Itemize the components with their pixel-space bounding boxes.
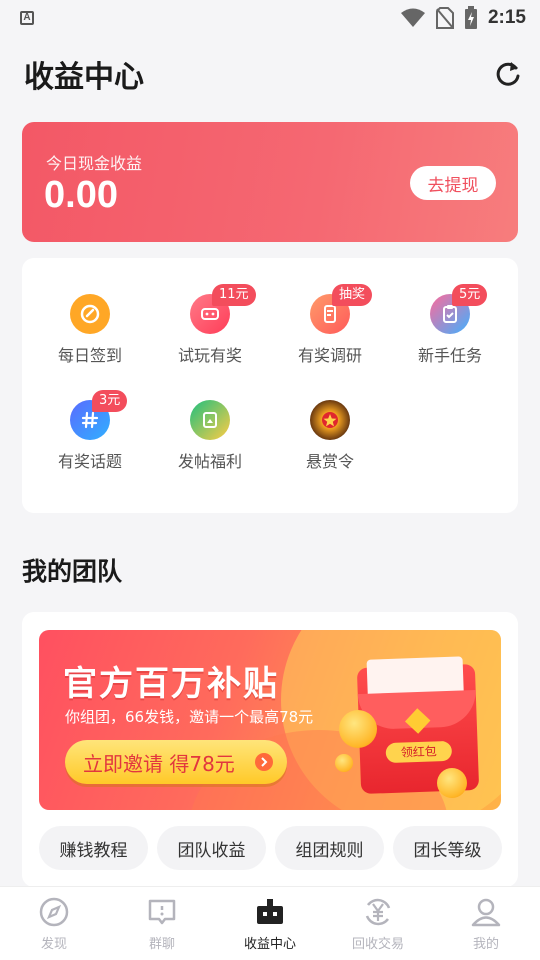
arrow-right-icon: [255, 753, 273, 771]
nav-label: 收益中心: [243, 937, 296, 952]
checkin-icon: [70, 294, 110, 334]
task-trial-game[interactable]: 11元 试玩有奖: [150, 284, 270, 384]
profile-icon: [469, 895, 503, 929]
recycle-yen-icon: [361, 895, 395, 929]
nav-label: 群聊: [148, 937, 175, 952]
task-label: 发帖福利: [177, 452, 242, 471]
task-post[interactable]: 发帖福利: [150, 400, 270, 490]
team-card: 官方百万补贴 你组团，66发钱，邀请一个最高78元 立即邀请 得78元 领红包 …: [22, 612, 518, 887]
task-label: 有奖调研: [297, 346, 362, 365]
task-label: 悬赏令: [305, 452, 354, 471]
banner-subtitle: 你组团，66发钱，邀请一个最高78元: [65, 708, 314, 726]
reward-badge: 抽奖: [332, 284, 373, 306]
envelope-tag: 领红包: [385, 740, 453, 764]
nav-label: 我的: [472, 937, 499, 952]
nav-earnings-center[interactable]: 收益中心: [216, 887, 324, 960]
app-indicator-icon: A: [20, 11, 34, 25]
tab-leader-level[interactable]: 团长等级: [393, 826, 502, 870]
nav-label: 回收交易: [351, 937, 404, 952]
page-title: 收益中心: [24, 60, 144, 95]
page-header: 收益中心: [24, 50, 524, 98]
reward-badge: 11元: [212, 284, 256, 306]
tab-earning-tutorial[interactable]: 赚钱教程: [39, 826, 148, 870]
bottom-nav: 发现 群聊 收益中心 回收交易 我的: [0, 886, 540, 960]
bounty-icon: [310, 400, 350, 440]
clock: 2:15: [487, 7, 526, 28]
chat-icon: [145, 895, 179, 929]
task-topic[interactable]: 3元 有奖话题: [30, 390, 150, 490]
coin-icon: [335, 754, 353, 772]
battery-charging-icon: [464, 6, 477, 29]
nav-label: 发现: [40, 937, 67, 952]
refresh-button[interactable]: [492, 58, 524, 90]
task-survey[interactable]: 抽奖 有奖调研: [270, 284, 390, 384]
earnings-icon: [253, 895, 287, 929]
tab-team-rules[interactable]: 组团规则: [275, 826, 384, 870]
tab-team-earnings[interactable]: 团队收益: [157, 826, 266, 870]
coin-icon: [339, 710, 377, 748]
wifi-icon: [400, 8, 425, 27]
team-section-title: 我的团队: [22, 557, 123, 586]
nav-recycle-trade[interactable]: 回收交易: [324, 887, 432, 960]
nav-discover[interactable]: 发现: [0, 887, 108, 960]
task-checkin[interactable]: 每日签到: [30, 294, 150, 384]
task-newbie[interactable]: 5元 新手任务: [390, 284, 510, 384]
task-label: 每日签到: [57, 346, 122, 365]
invite-button[interactable]: 立即邀请 得78元: [65, 740, 287, 784]
nav-profile[interactable]: 我的: [432, 887, 540, 960]
status-bar: A 2:15: [0, 0, 540, 36]
no-sim-icon: [435, 7, 454, 29]
nav-group-chat[interactable]: 群聊: [108, 887, 216, 960]
compass-icon: [37, 895, 71, 929]
team-tabs: 赚钱教程 团队收益 组团规则 团长等级: [39, 826, 502, 870]
task-bounty[interactable]: 悬赏令: [270, 400, 390, 490]
refresh-icon: [496, 62, 520, 86]
invite-label: 立即邀请 得78元: [83, 751, 235, 776]
withdraw-button[interactable]: 去提现: [410, 166, 496, 200]
task-grid: 每日签到 11元 试玩有奖 抽奖 有奖调研 5元 新手任务 3元 有奖话题 发帖…: [22, 258, 518, 513]
earnings-label: 今日现金收益: [46, 154, 143, 173]
task-label: 有奖话题: [57, 452, 122, 471]
earnings-card: 今日现金收益 0.00 去提现: [22, 122, 518, 242]
banner-headline: 官方百万补贴: [63, 664, 279, 704]
reward-badge: 5元: [452, 284, 488, 306]
subsidy-banner[interactable]: 官方百万补贴 你组团，66发钱，邀请一个最高78元 立即邀请 得78元 领红包: [39, 630, 501, 810]
coin-icon: [437, 768, 467, 798]
task-label: 新手任务: [417, 346, 482, 365]
task-label: 试玩有奖: [177, 346, 242, 365]
earnings-amount: 0.00: [44, 174, 118, 216]
post-icon: [190, 400, 230, 440]
reward-badge: 3元: [92, 390, 128, 412]
